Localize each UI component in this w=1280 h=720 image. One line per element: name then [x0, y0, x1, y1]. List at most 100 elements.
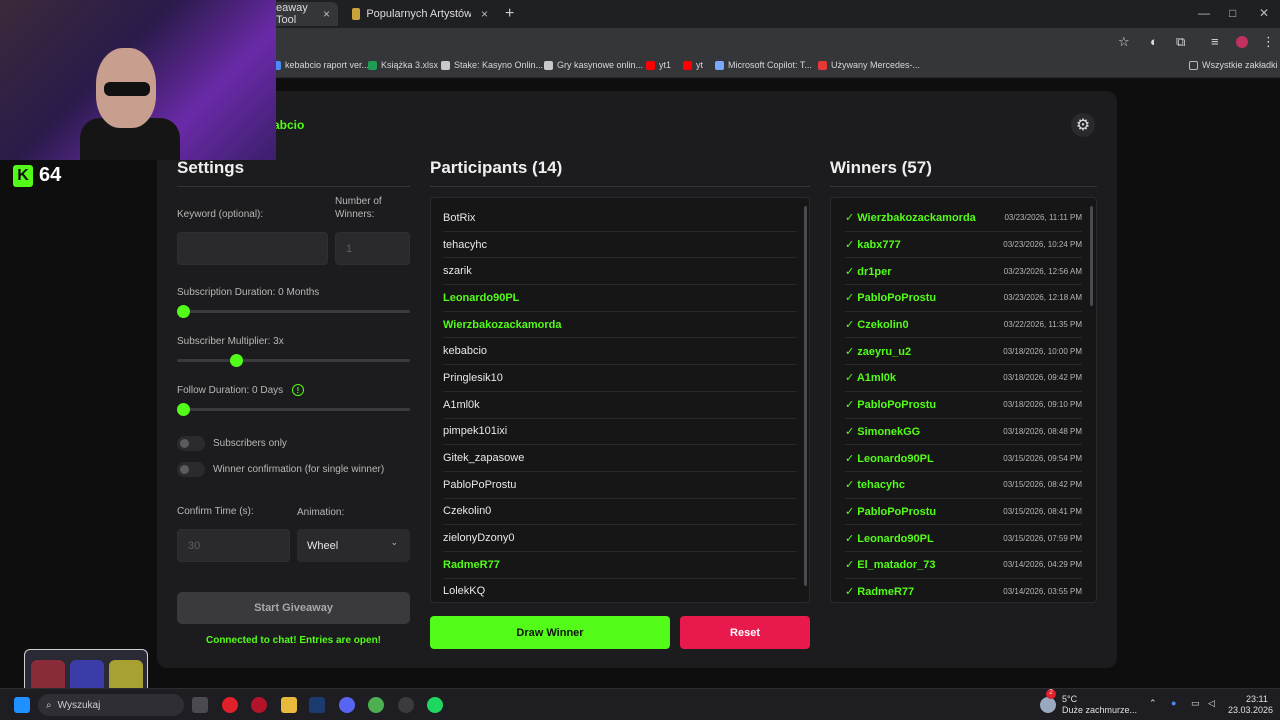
winner-row[interactable]: ✓ PabloPoProstu 03/23/2026, 12:18 AM [845, 285, 1082, 312]
winner-row[interactable]: ✓ PabloPoProstu 03/18/2026, 09:10 PM [845, 392, 1082, 419]
spotify-icon[interactable] [427, 697, 443, 713]
follow-duration-slider[interactable] [177, 403, 410, 416]
minimize-icon[interactable]: — [1198, 6, 1210, 20]
participant-row[interactable]: Czekolin0 [443, 499, 797, 526]
volume-icon[interactable]: ◁ [1208, 698, 1215, 709]
participant-row[interactable]: Gitek_zapasowe [443, 445, 797, 472]
draw-winner-button[interactable]: Draw Winner [430, 616, 670, 649]
participant-row[interactable]: BotRix [443, 205, 797, 232]
participant-row[interactable]: kebabcio [443, 338, 797, 366]
participant-name: PabloPoProstu [443, 478, 517, 491]
winner-row[interactable]: ✓ dr1per 03/23/2026, 12:56 AM [845, 258, 1082, 286]
participant-row[interactable]: szarik [443, 258, 797, 286]
bookmark-item[interactable]: Gry kasynowe onlin... [544, 60, 643, 70]
bookmark-item[interactable]: Microsoft Copilot: T... [715, 60, 812, 70]
steam-icon[interactable] [309, 697, 325, 713]
all-bookmarks[interactable]: Wszystkie zakładki [1189, 60, 1278, 70]
bookmark-item[interactable]: Stake: Kasyno Onlin... [441, 60, 543, 70]
winner-date: 03/23/2026, 11:11 PM [1004, 213, 1082, 223]
keyword-input[interactable] [177, 232, 328, 265]
info-icon[interactable]: ! [292, 384, 304, 396]
subscribers-only-toggle[interactable] [177, 436, 205, 451]
opera-gx-icon[interactable] [251, 697, 267, 713]
bookmark-item[interactable]: Używany Mercedes-... [818, 60, 920, 70]
participant-row[interactable]: PabloPoProstu [443, 472, 797, 499]
notification-badge: 2 [1046, 689, 1056, 699]
participants-list[interactable]: BotRix tehacyhc szarik Leonardo90PL Wierzbak… [430, 197, 810, 603]
winner-row[interactable]: ✓ Leonardo90PL 03/15/2026, 07:59 PM [845, 525, 1082, 552]
bookmark-item[interactable]: yt [683, 60, 703, 70]
slider-thumb[interactable] [229, 354, 243, 367]
app-icon[interactable] [398, 697, 414, 713]
star-icon[interactable]: ☆ [1118, 34, 1130, 50]
winner-row[interactable]: ✓ A1ml0k 03/18/2026, 09:42 PM [845, 365, 1082, 392]
youtube-icon [646, 60, 655, 70]
chevron-up-icon[interactable]: ⌃ [1149, 698, 1157, 709]
confirm-time-label: Confirm Time (s): [177, 506, 254, 517]
winner-confirmation-toggle[interactable] [177, 462, 205, 477]
animation-select[interactable]: Wheel ⌄ [297, 529, 410, 562]
clock-date[interactable]: 23.03.2026 [1228, 705, 1273, 715]
bookmark-item[interactable]: kebabcio raport ver... [272, 60, 369, 70]
tab-close-icon[interactable]: × [481, 7, 488, 21]
participant-row[interactable]: Leonardo90PL [443, 285, 797, 312]
participant-row[interactable]: LolekKQ [443, 579, 797, 602]
profile-avatar[interactable] [1236, 36, 1248, 48]
confirm-time-input[interactable]: 30 [177, 529, 290, 562]
media-icon[interactable]: ≡ [1211, 34, 1219, 49]
tab-giveaway-tool[interactable]: eaway Tool × [268, 2, 338, 26]
chrome-icon[interactable] [368, 697, 384, 713]
participant-row[interactable]: Pringlesik10 [443, 365, 797, 392]
participant-row[interactable]: zielonyDzony0 [443, 525, 797, 552]
winner-row[interactable]: ✓ El_matador_73 03/14/2026, 04:29 PM [845, 552, 1082, 579]
subscriber-multiplier-slider[interactable] [177, 354, 410, 367]
weather-icon[interactable] [1040, 697, 1056, 713]
winner-row[interactable]: ✓ zaeyru_u2 03/18/2026, 10:00 PM [845, 338, 1082, 366]
gear-icon[interactable]: ⚙ [1071, 113, 1095, 137]
participant-row[interactable]: tehacyhc [443, 232, 797, 259]
animation-value: Wheel [307, 539, 339, 552]
network-icon[interactable]: ▭ [1191, 698, 1200, 709]
participant-row[interactable]: RadmeR77 [443, 552, 797, 579]
tab-close-icon[interactable]: × [323, 7, 330, 21]
scrollbar[interactable] [804, 206, 807, 586]
microphone-icon[interactable]: ● [1171, 698, 1176, 708]
subscription-duration-slider[interactable] [177, 305, 410, 318]
new-tab-button[interactable]: + [505, 5, 514, 23]
winner-row[interactable]: ✓ Wierzbakozackamorda 03/23/2026, 11:11 P… [845, 205, 1082, 232]
winners-list[interactable]: ✓ Wierzbakozackamorda 03/23/2026, 11:11 P… [830, 197, 1097, 603]
winner-row[interactable]: ✓ tehacyhc 03/15/2026, 08:42 PM [845, 472, 1082, 499]
scrollbar[interactable] [1090, 206, 1093, 306]
close-window-icon[interactable]: ✕ [1259, 6, 1269, 20]
bookmark-item[interactable]: Książka 3.xlsx [368, 60, 438, 70]
winner-row[interactable]: ✓ Leonardo90PL 03/15/2026, 09:54 PM [845, 445, 1082, 472]
puzzle-icon[interactable]: ⧉ [1176, 34, 1185, 50]
menu-icon[interactable]: ⋮ [1262, 34, 1275, 50]
participant-row[interactable]: pimpek101ixi [443, 419, 797, 446]
discord-icon[interactable] [339, 697, 355, 713]
winners-count-input[interactable]: 1 [335, 232, 410, 265]
winner-row[interactable]: ✓ PabloPoProstu 03/15/2026, 08:41 PM [845, 499, 1082, 526]
opera-icon[interactable] [222, 697, 238, 713]
winner-row[interactable]: ✓ kabx777 03/23/2026, 10:24 PM [845, 232, 1082, 259]
bookmark-item[interactable]: yt1 [646, 60, 671, 70]
winner-row[interactable]: ✓ RadmeR77 03/14/2026, 03:55 PM [845, 579, 1082, 602]
windows-start-icon[interactable] [14, 697, 30, 713]
start-giveaway-button[interactable]: Start Giveaway [177, 592, 410, 624]
reset-button[interactable]: Reset [680, 616, 810, 649]
participant-row[interactable]: Wierzbakozackamorda [443, 312, 797, 339]
task-view-icon[interactable] [192, 697, 208, 713]
clock-time[interactable]: 23:11 [1246, 694, 1268, 704]
tab-music[interactable]: Popularnych Artystów - Music ( × [344, 2, 496, 26]
file-explorer-icon[interactable] [281, 697, 297, 713]
slider-thumb[interactable] [177, 403, 190, 416]
winner-row[interactable]: ✓ SimonekGG 03/18/2026, 08:48 PM [845, 419, 1082, 446]
participant-row[interactable]: A1ml0k [443, 392, 797, 419]
maximize-icon[interactable]: □ [1229, 6, 1236, 20]
slider-thumb[interactable] [177, 305, 190, 318]
winners-count-label: Number of Winners: [335, 196, 382, 220]
extension-icon[interactable]: ◐ [1150, 34, 1158, 49]
excel-icon [368, 60, 377, 70]
winner-row[interactable]: ✓ Czekolin0 03/22/2026, 11:35 PM [845, 312, 1082, 339]
taskbar-search[interactable]: ⌕ Wyszukaj [38, 694, 184, 716]
